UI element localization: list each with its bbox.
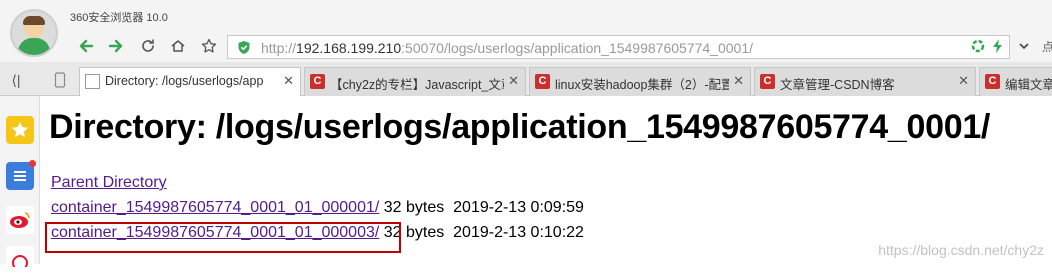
chevron-down-icon <box>1019 43 1029 50</box>
star-outline-icon <box>201 38 217 53</box>
csdn-icon: C <box>760 74 775 89</box>
url-text: http://192.168.199.210:50070/logs/userlo… <box>261 40 753 56</box>
tab-chy2z-blog[interactable]: C 【chy2z的专栏】Javascript_文章 ✕ <box>304 67 526 96</box>
forward-button[interactable] <box>106 36 126 56</box>
user-avatar[interactable] <box>10 9 58 57</box>
home-button[interactable] <box>168 36 188 56</box>
left-sidebar <box>0 96 40 274</box>
file-size: 32 bytes <box>383 199 445 216</box>
close-icon[interactable]: ✕ <box>733 73 744 89</box>
lightning-icon <box>993 39 1002 53</box>
tab-hadoop-install[interactable]: C linux安装hadoop集群（2）-配置 ✕ <box>529 67 751 96</box>
close-icon[interactable]: ✕ <box>958 73 969 89</box>
tab-article-manage[interactable]: C 文章管理-CSDN博客 ✕ <box>754 67 976 96</box>
app-title: 360安全浏览器 10.0 <box>70 12 168 24</box>
security-shield-icon <box>238 41 250 54</box>
title-bar: 360安全浏览器 10.0 <box>0 0 1052 33</box>
favorite-button[interactable] <box>199 36 219 56</box>
file-date: 2019-2-13 0:10:22 <box>453 224 584 241</box>
address-dropdown-button[interactable] <box>1014 36 1034 56</box>
address-bar[interactable]: http://192.168.199.210:50070/logs/userlo… <box>227 35 1010 59</box>
list-item: container_1549987605774_0001_01_000001/ … <box>51 199 584 217</box>
reload-button[interactable] <box>138 36 158 56</box>
forward-arrow-icon <box>108 39 123 53</box>
highlight-box <box>45 222 401 253</box>
parent-directory-link[interactable]: Parent Directory <box>51 174 167 191</box>
parent-directory-row: Parent Directory <box>51 174 167 192</box>
extension-button[interactable] <box>968 36 988 56</box>
tab-directory[interactable]: Directory: /logs/userlogs/app ✕ <box>79 67 301 97</box>
back-arrow-icon <box>79 39 94 53</box>
tab-strip: ⟨| Directory: /logs/userlogs/app ✕ C 【ch… <box>0 62 1052 97</box>
navigation-bar: http://192.168.199.210:50070/logs/userlo… <box>0 33 1052 62</box>
partial-sidebar-icon[interactable] <box>6 246 34 274</box>
document-icon <box>85 74 100 89</box>
container-link[interactable]: container_1549987605774_0001_01_000001/ <box>51 199 379 216</box>
sidebar-toggle-icon[interactable]: ⟨| <box>6 70 26 90</box>
spinner-icon <box>971 39 985 53</box>
reload-icon <box>142 39 154 52</box>
file-date: 2019-2-13 0:09:59 <box>453 199 584 216</box>
watermark: https://blog.csdn.net/chy2z <box>878 242 1044 258</box>
csdn-icon: C <box>985 74 1000 89</box>
csdn-icon: C <box>310 74 325 89</box>
home-icon <box>171 40 185 52</box>
speed-button[interactable] <box>988 36 1008 56</box>
overflow-glyph: 点 <box>1041 39 1052 54</box>
tab-list-button[interactable] <box>50 70 70 90</box>
news-list-icon[interactable] <box>6 160 36 190</box>
phone-icon <box>54 72 66 88</box>
weibo-icon[interactable] <box>6 206 34 234</box>
favorites-star-icon[interactable] <box>6 116 34 144</box>
close-icon[interactable]: ✕ <box>283 73 294 89</box>
back-button[interactable] <box>76 36 96 56</box>
tab-edit-article[interactable]: C 编辑文章 <box>979 67 1052 96</box>
csdn-icon: C <box>535 74 550 89</box>
close-icon[interactable]: ✕ <box>508 73 519 89</box>
page-title: Directory: /logs/userlogs/application_15… <box>49 108 991 146</box>
